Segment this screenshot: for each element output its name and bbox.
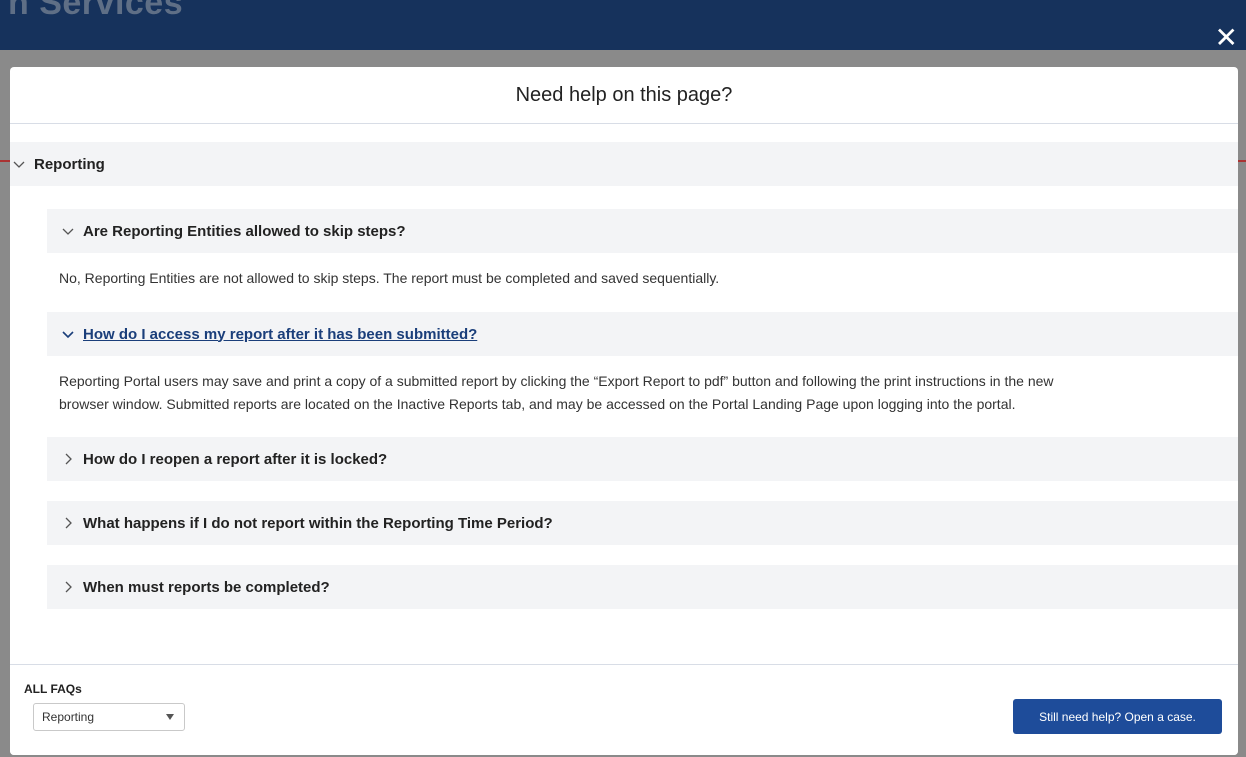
chevron-down-icon: [59, 325, 77, 343]
section-reporting[interactable]: Reporting: [10, 142, 1238, 186]
answer-line: Reporting Portal users may save and prin…: [59, 373, 1054, 389]
chevron-down-icon: [10, 155, 28, 173]
faq-question-reporting-time-period[interactable]: What happens if I do not report within t…: [47, 501, 1238, 545]
chevron-right-icon: [59, 450, 77, 468]
answer-line: browser window. Submitted reports are lo…: [59, 396, 1016, 412]
caret-down-icon: [166, 714, 174, 720]
faq-question-reopen-report[interactable]: How do I reopen a report after it is loc…: [47, 437, 1238, 481]
section-label: Reporting: [34, 155, 105, 173]
faq-question-text: How do I reopen a report after it is loc…: [83, 450, 388, 468]
chevron-right-icon: [59, 514, 77, 532]
faq-question-skip-steps[interactable]: Are Reporting Entities allowed to skip s…: [47, 209, 1238, 253]
faq-select-value: Reporting: [42, 710, 95, 724]
faq-category-select[interactable]: Reporting: [33, 703, 185, 731]
faq-question-text: How do I access my report after it has b…: [83, 325, 478, 343]
help-modal: Need help on this page? Reporting Are Re…: [10, 67, 1238, 755]
faq-question-text: Are Reporting Entities allowed to skip s…: [83, 222, 406, 240]
faq-question-text: When must reports be completed?: [83, 578, 330, 596]
background-title: n Services: [8, 0, 184, 22]
modal-title: Need help on this page?: [10, 67, 1238, 124]
faq-answer-skip-steps: No, Reporting Entities are not allowed t…: [59, 270, 720, 286]
faq-question-reports-completed[interactable]: When must reports be completed?: [47, 565, 1238, 609]
background-header: n Services: [0, 0, 1246, 50]
all-faqs-label: ALL FAQs: [24, 682, 82, 696]
modal-footer: ALL FAQs Reporting Still need help? Open…: [10, 664, 1238, 755]
chevron-down-icon: [59, 222, 77, 240]
faq-answer-access-report: Reporting Portal users may save and prin…: [59, 370, 1229, 416]
modal-body: Reporting Are Reporting Entities allowed…: [10, 124, 1238, 664]
faq-question-access-report[interactable]: How do I access my report after it has b…: [47, 312, 1238, 356]
close-icon[interactable]: ✕: [1215, 24, 1238, 52]
chevron-right-icon: [59, 578, 77, 596]
open-case-button[interactable]: Still need help? Open a case.: [1013, 699, 1222, 734]
faq-question-text: What happens if I do not report within t…: [83, 514, 553, 532]
